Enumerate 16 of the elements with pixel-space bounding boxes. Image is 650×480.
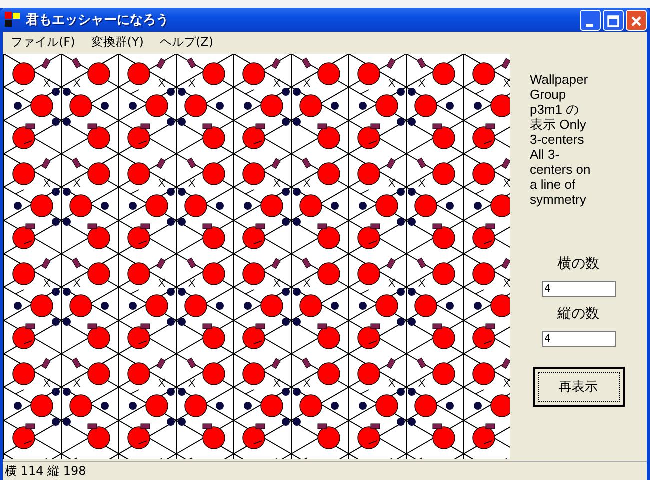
minimize-button[interactable] <box>580 10 601 30</box>
input-field[interactable]: 4 <box>542 281 616 297</box>
menu-item[interactable]: ヘルプ(Z) <box>154 34 220 50</box>
maximize-button[interactable] <box>603 10 624 30</box>
description-text: Wallpaper Group p3m1 の表示 Only 3-centers All 3-centers on a line of symmetry <box>530 72 591 207</box>
app-icon <box>5 12 21 28</box>
close-button[interactable] <box>626 10 647 30</box>
field-label: 縦の数 <box>558 305 600 323</box>
redraw-button[interactable]: 再表示 <box>532 367 624 407</box>
minimize-icon <box>586 24 593 26</box>
menu-item[interactable]: 変換群(Y) <box>85 34 150 50</box>
status-text: 横 114 縦 198 <box>5 462 86 480</box>
menu-item[interactable]: ファイル(F) <box>5 34 82 50</box>
field-label: 横の数 <box>558 255 600 273</box>
window-title: 君もエッシャーになろう <box>26 12 170 29</box>
input-field[interactable]: 4 <box>542 331 616 347</box>
